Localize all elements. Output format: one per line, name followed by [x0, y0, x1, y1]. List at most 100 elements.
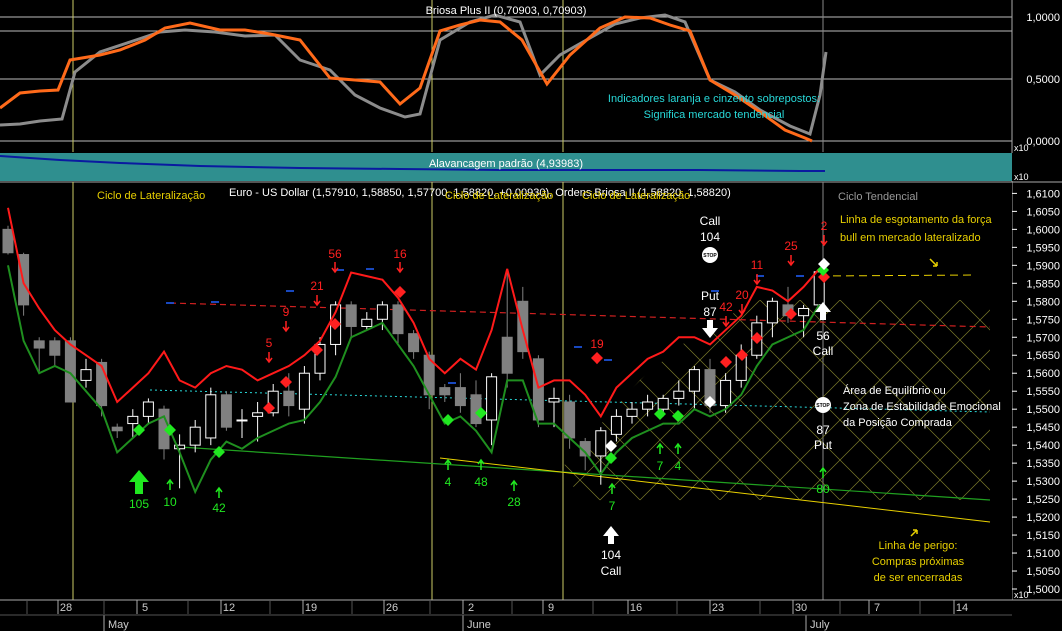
- candle-body: [298, 372, 310, 410]
- price-tick-label: 1,5550: [1026, 386, 1060, 398]
- candle-body: [501, 336, 513, 374]
- date-axis: 28 5 12 19 26 2 9 16 23 30 7 14 May June July: [0, 599, 1062, 631]
- candle-body: [392, 304, 404, 335]
- danger-note-2: Compras próximas: [872, 556, 965, 568]
- price-tick-label: 1,5600: [1026, 368, 1060, 380]
- svg-text:STOP: STOP: [816, 403, 830, 409]
- candle-body: [283, 390, 295, 407]
- candle-body: [236, 419, 248, 422]
- red-signal-56: 56: [328, 247, 342, 261]
- date-tick-label: 19: [305, 602, 317, 614]
- indicator-title: Briosa Plus II (0,70903, 0,70903): [426, 5, 587, 17]
- cycle-label-2: Ciclo de Lateralização: [445, 190, 553, 202]
- month-july: July: [810, 619, 830, 631]
- price-tick-label: 1,6100: [1026, 188, 1060, 200]
- price-tick-label: 1,5950: [1026, 242, 1060, 254]
- candle-body: [610, 415, 622, 435]
- cycle-label-4: Ciclo Tendencial: [838, 191, 918, 203]
- green-signal-42: 42: [212, 501, 226, 515]
- green-signal-28: 28: [507, 495, 521, 509]
- date-tick-label: 26: [386, 602, 398, 614]
- green-signal-80: 80: [816, 482, 830, 496]
- price-tick-label: 1,6000: [1026, 224, 1060, 236]
- green-signal-4b: 4: [675, 459, 682, 473]
- equilibrium-note-2: Zona de Estabilidade Emocional: [843, 401, 1001, 413]
- cycle-label-1: Ciclo de Lateralização: [97, 190, 205, 202]
- candle-body: [798, 307, 810, 317]
- candle-body: [454, 387, 466, 407]
- red-signal-9: 9: [283, 305, 290, 319]
- put-left-label: Put: [701, 289, 720, 303]
- price-tick-label: 1,5000: [1026, 584, 1060, 596]
- put-left-number: 87: [703, 305, 717, 319]
- bottom-call-label: Call: [601, 564, 622, 578]
- indicator-panel: Briosa Plus II (0,70903, 0,70903) Indica…: [0, 0, 1012, 152]
- candle-body: [532, 358, 544, 421]
- right-call-number: 56: [816, 329, 830, 343]
- danger-note-3: de ser encerradas: [874, 572, 963, 584]
- candle-body: [548, 397, 560, 403]
- green-signal-48: 48: [474, 475, 488, 489]
- month-june: June: [467, 619, 491, 631]
- red-signal-11: 11: [751, 258, 764, 272]
- green-signal-105: 105: [129, 497, 149, 511]
- exhaustion-note-1: Linha de esgotamento da força: [840, 214, 993, 226]
- price-tick-label: 1,5350: [1026, 458, 1060, 470]
- leverage-title: Alavancagem padrão (4,93983): [429, 158, 583, 170]
- indicator-annotation-line1: Indicadores laranja e cinzento sobrepost…: [608, 93, 820, 105]
- price-tick-label: 1,5200: [1026, 512, 1060, 524]
- indicator-tick-0: 0,0000: [1026, 136, 1060, 148]
- month-may: May: [108, 619, 129, 631]
- candle-body: [361, 318, 373, 327]
- green-signal-7a: 7: [609, 499, 616, 513]
- red-signal-16: 16: [393, 247, 407, 261]
- svg-text:STOP: STOP: [703, 253, 717, 259]
- candle-body: [376, 304, 388, 320]
- main-scale-tag: x10: [1014, 590, 1029, 600]
- indicator-tick-1: 1,0000: [1026, 12, 1060, 24]
- candle-body: [626, 408, 638, 417]
- price-axis: 1,6100 1,6050 1,6000 1,5950 1,5900 1,5850 1,58…: [1012, 183, 1062, 600]
- green-signal-10: 10: [163, 495, 177, 509]
- cycle-label-3: Ciclo de Lateralização: [582, 190, 690, 202]
- call-top-number: 104: [700, 230, 720, 244]
- date-tick-label: 28: [60, 602, 72, 614]
- candle-body: [345, 304, 357, 327]
- candle-body: [439, 387, 451, 396]
- date-tick-label: 23: [712, 602, 724, 614]
- price-tick-label: 1,5300: [1026, 476, 1060, 488]
- date-tick-label: 14: [956, 602, 968, 614]
- price-tick-label: 1,5250: [1026, 494, 1060, 506]
- stop-sign-right: STOP: [815, 397, 831, 413]
- candle-body: [486, 376, 498, 421]
- stop-sign-top: STOP: [702, 247, 718, 263]
- leverage-panel: Alavancagem padrão (4,93983) x10: [0, 153, 1062, 182]
- bottom-call-number: 104: [601, 548, 621, 562]
- equilibrium-note-1: Área de Equilíbrio ou: [843, 384, 946, 397]
- right-call-label: Call: [813, 344, 834, 358]
- red-signal-20: 20: [735, 288, 749, 302]
- date-tick-label: 9: [548, 602, 554, 614]
- green-signal-7b: 7: [657, 459, 664, 473]
- date-tick-label: 30: [795, 602, 807, 614]
- indicator-scale-tag: x10: [1014, 143, 1029, 153]
- exhaustion-note-2: bull em mercado lateralizado: [840, 232, 981, 244]
- candle-body: [595, 430, 607, 457]
- date-tick-label: 7: [874, 602, 880, 614]
- candle-body: [252, 412, 264, 417]
- red-signal-21: 21: [310, 279, 324, 293]
- candle-body: [80, 369, 92, 381]
- price-tick-label: 1,5100: [1026, 548, 1060, 560]
- candle-body: [142, 401, 154, 417]
- price-tick-label: 1,5800: [1026, 296, 1060, 308]
- red-signal-19: 19: [590, 337, 604, 351]
- price-tick-label: 1,6050: [1026, 206, 1060, 218]
- date-tick-label: 2: [468, 602, 474, 614]
- price-tick-label: 1,5850: [1026, 278, 1060, 290]
- candle-body: [673, 390, 685, 399]
- candle-body: [408, 333, 420, 353]
- candle-body: [657, 397, 669, 410]
- price-tick-label: 1,5650: [1026, 350, 1060, 362]
- price-tick-label: 1,5150: [1026, 530, 1060, 542]
- price-tick-label: 1,5050: [1026, 566, 1060, 578]
